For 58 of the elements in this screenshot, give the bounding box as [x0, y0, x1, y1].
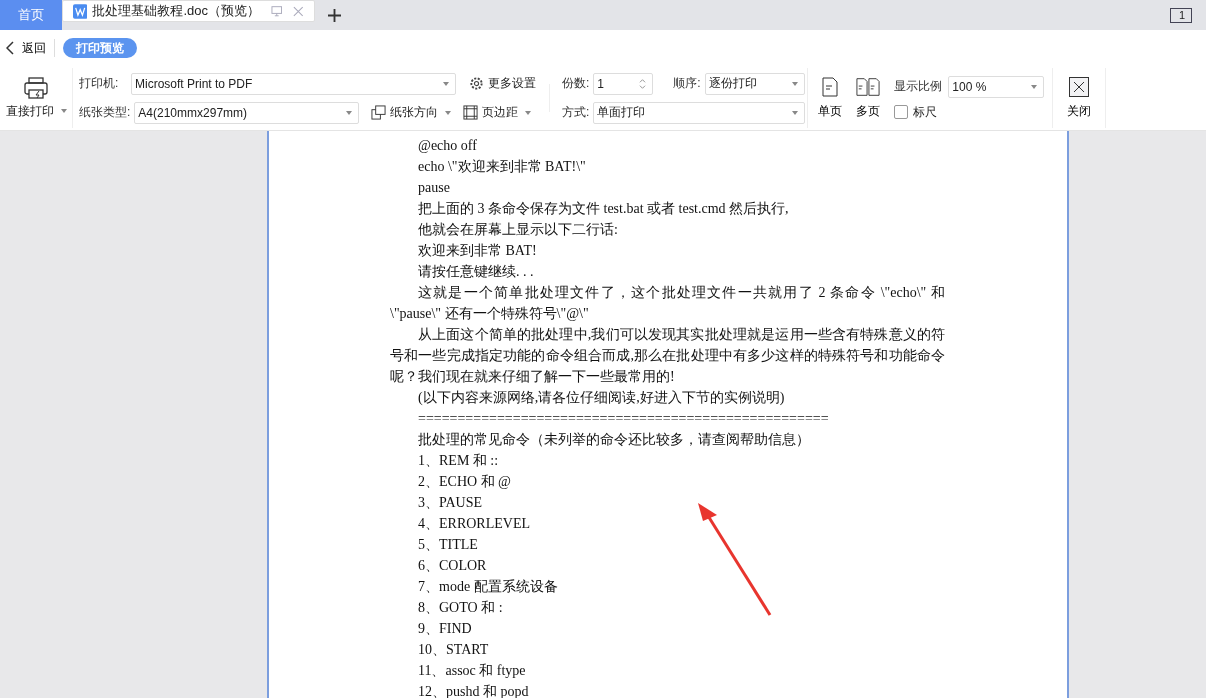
document-text: 5、TITLE [417, 536, 479, 554]
document-text: 8、GOTO 和 : [417, 599, 504, 617]
document-text: ==================================================== [417, 410, 830, 428]
document-text: 10、START [417, 641, 490, 659]
document-text: 他就会在屏幕上显示以下二行话: [417, 221, 619, 239]
paper-type-dropdown[interactable]: A4(210mmx297mm) [134, 101, 360, 124]
document-text: 11、assoc 和 ftype [417, 662, 527, 680]
document-paragraph: 这就是一个简单批处理文件了，这个批处理文件一共就用了 2 条命令 \"echo\" 和 \"pause\" 还有一个特殊符号\"@\" [390, 284, 945, 323]
document-text: 欢迎来到非常 BAT! [417, 242, 538, 260]
multi-page-button[interactable]: 多页 [852, 76, 885, 120]
tab-title: 批处理基础教程.doc（预览） [92, 2, 260, 20]
printer-icon[interactable] [24, 76, 48, 99]
document-icon [73, 3, 88, 19]
close-button[interactable]: 关闭 [1063, 76, 1096, 120]
paper-type-label: 纸张类型: [79, 104, 131, 121]
printer-label: 打印机: [79, 75, 120, 92]
direct-print-button[interactable]: 直接打印 [5, 102, 67, 120]
zoom-dropdown[interactable]: 100 % [948, 75, 1045, 98]
order-label: 顺序: [673, 75, 701, 92]
more-settings-button[interactable]: 更多设置 [469, 75, 536, 92]
copies-label: 份数: [562, 75, 590, 92]
chevron-left-icon [6, 41, 14, 55]
mode-label: 方式: [562, 104, 590, 121]
copies-spinner[interactable]: 1 [593, 72, 654, 95]
new-tab-icon[interactable] [328, 8, 341, 22]
document-text: 7、mode 配置系统设备 [417, 578, 559, 596]
ruler-checkbox[interactable]: 标尺 [894, 103, 1045, 121]
document-text: 4、ERRORLEVEL [417, 515, 531, 533]
document-text: 3、PAUSE [417, 494, 484, 512]
document-text: (以下内容来源网络,请各位仔细阅读,好进入下节的实例说明) [417, 389, 786, 407]
printer-dropdown[interactable]: Microsoft Print to PDF [131, 72, 456, 95]
two-pages-icon [856, 76, 881, 97]
margins-button[interactable]: 页边距 [463, 104, 532, 121]
margins-icon [463, 105, 479, 120]
document-paragraph: 从上面这个简单的批处理中,我们可以发现其实批处理就是运用一些含有特殊意义的符号和一些完成指定功能的命令组合而成,那么在批处理中有多少这样的特殊符号和功能命令呢？我们现在就来仔细了解一下一些最常用的! [390, 326, 945, 386]
document-text: 批处理的常见命令（未列举的命令还比较多，请查阅帮助信息） [417, 431, 811, 449]
spinner-arrows-icon [639, 77, 647, 90]
page-icon [822, 76, 839, 97]
settings-icon [469, 76, 484, 91]
document-text: 9、FIND [417, 620, 473, 638]
order-dropdown[interactable]: 逐份打印 [704, 72, 805, 95]
document-text: 6、COLOR [417, 557, 488, 575]
document-text: 1、REM 和 :: [417, 452, 500, 470]
document-text: echo \"欢迎来到非常 BAT!\" [417, 158, 587, 176]
close-icon [1069, 76, 1090, 97]
document-text: 请按任意键继续. . . [417, 263, 535, 281]
document-text: 2、ECHO 和 @ [417, 473, 512, 491]
document-text: 把上面的 3 条命令保存为文件 test.bat 或者 test.cmd 然后执行, [417, 200, 790, 218]
single-page-button[interactable]: 单页 [814, 76, 847, 120]
caret-icon [60, 109, 67, 113]
page-rotate-icon [371, 105, 387, 120]
mode-dropdown[interactable]: 单面打印 [593, 101, 806, 124]
orientation-button[interactable]: 纸张方向 [371, 104, 452, 121]
zoom-label: 显示比例 [894, 78, 943, 95]
document-text: @echo off [417, 137, 478, 155]
back-button[interactable]: 返回 [6, 39, 46, 57]
document-text: pause [417, 179, 451, 197]
page-indicator[interactable]: 1 [1169, 7, 1192, 23]
